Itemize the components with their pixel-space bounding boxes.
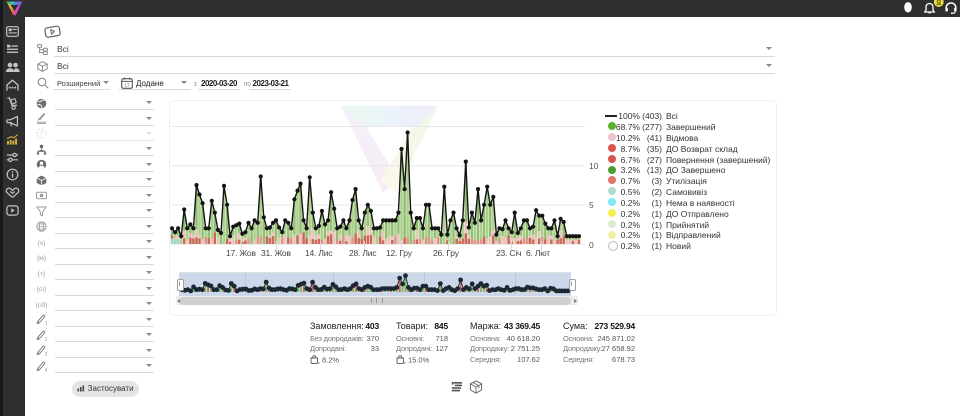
svg-text:x: x — [404, 360, 406, 364]
svg-text:x: x — [318, 360, 320, 364]
